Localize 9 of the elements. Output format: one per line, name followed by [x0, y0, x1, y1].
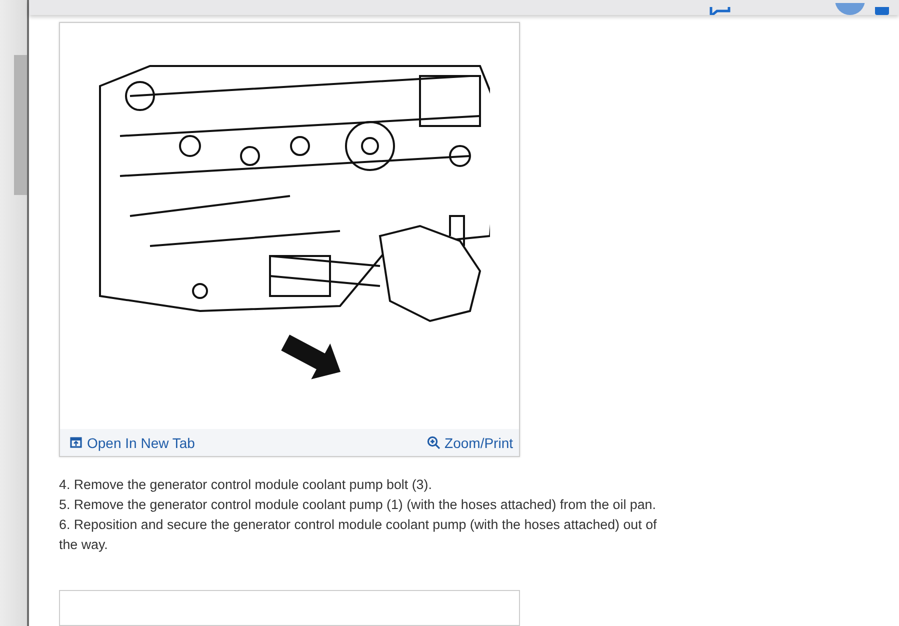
scrollbar-thumb[interactable]: [14, 55, 27, 195]
instruction-step: 4. Remove the generator control module coolant pump bolt (3).: [59, 475, 669, 496]
open-in-new-tab-link[interactable]: Open In New Tab: [70, 434, 195, 451]
instruction-step: 5. Remove the generator control module coolant pump (1) (with the hoses attached) from the oil pan.: [59, 495, 669, 516]
instruction-step: 6. Reposition and secure the generator control module coolant pump (with the hoses attached) out of the way.: [59, 515, 669, 556]
avatar-icon[interactable]: [835, 3, 865, 16]
zoom-print-link[interactable]: Zoom/Print: [426, 434, 513, 451]
zoom-in-icon: [426, 436, 440, 450]
new-tab-icon: [70, 437, 82, 448]
